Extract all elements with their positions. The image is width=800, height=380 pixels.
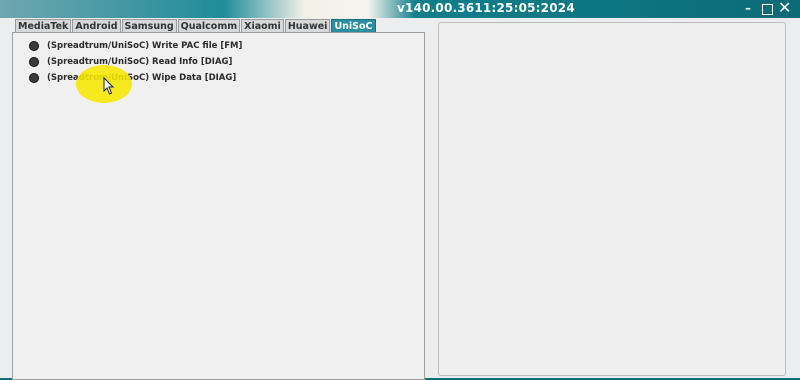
radio-bullet-icon[interactable] (29, 41, 39, 51)
close-icon[interactable]: ✕ (778, 0, 791, 17)
brand-tab-strip: MediaTek Android Samsung Qualcomm Xiaomi… (15, 19, 377, 34)
operation-wipe-data[interactable]: (Spreadtrum/UniSoC) Wipe Data [DIAG] (29, 70, 242, 86)
operations-panel: (Spreadtrum/UniSoC) Write PAC file [FM] … (12, 32, 425, 380)
operation-label: (Spreadtrum/UniSoC) Write PAC file [FM] (47, 41, 243, 51)
operation-write-pac[interactable]: (Spreadtrum/UniSoC) Write PAC file [FM] (29, 38, 242, 54)
operation-label: (Spreadtrum/UniSoC) Read Info [DIAG] (47, 57, 233, 67)
operation-read-info[interactable]: (Spreadtrum/UniSoC) Read Info [DIAG] (29, 54, 242, 70)
radio-bullet-icon[interactable] (29, 57, 39, 67)
operation-list: (Spreadtrum/UniSoC) Write PAC file [FM] … (29, 38, 242, 86)
title-bar: v140.00.3611:25:05:2024 – ✕ (0, 0, 800, 18)
radio-bullet-icon[interactable] (29, 73, 39, 83)
maximize-icon[interactable] (762, 4, 773, 15)
minimize-icon[interactable]: – (745, 1, 751, 15)
mouse-pointer-icon (103, 77, 115, 95)
window-title: v140.00.3611:25:05:2024 (397, 1, 575, 15)
log-output-panel (438, 22, 786, 376)
